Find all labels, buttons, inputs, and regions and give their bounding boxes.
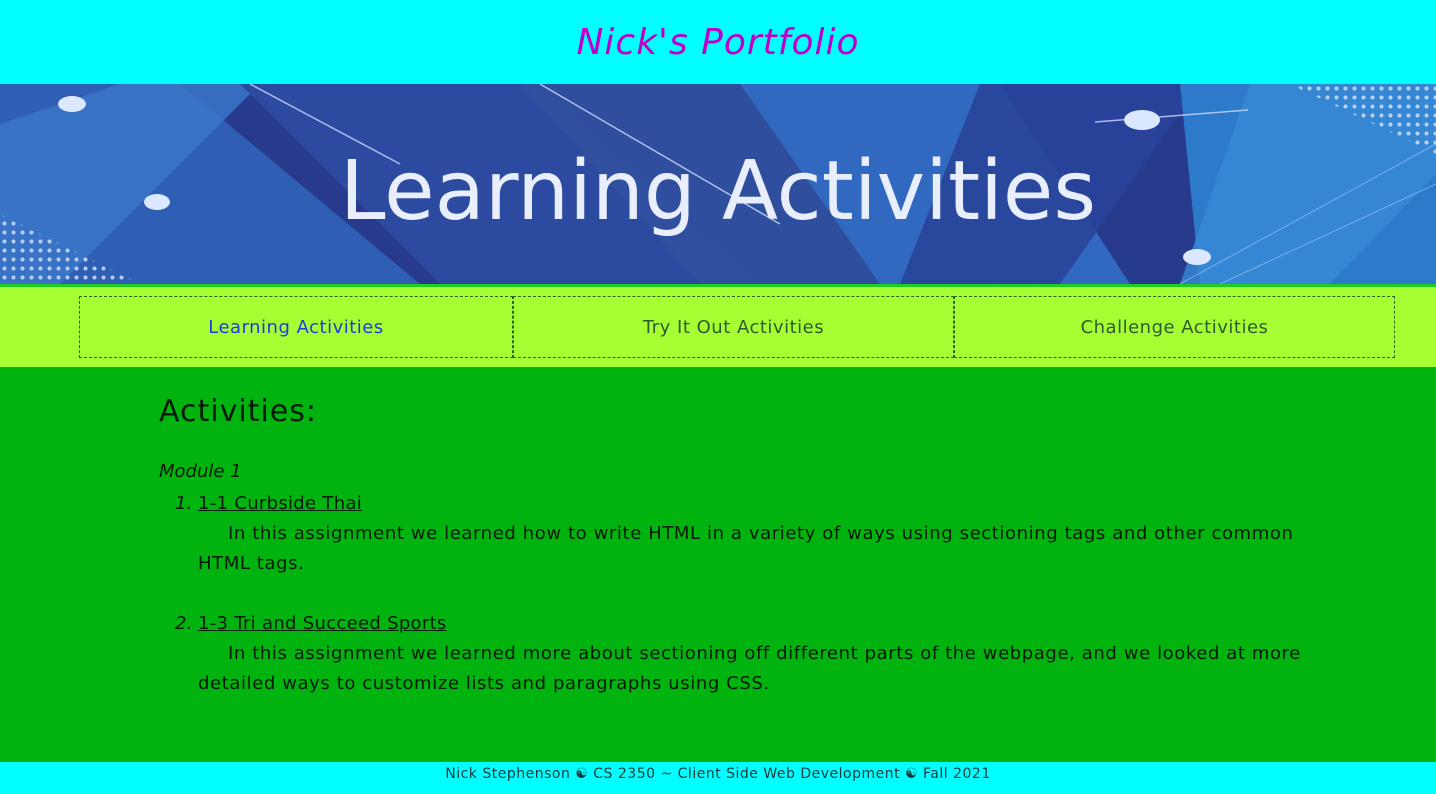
activity-description: In this assignment we learned more about… <box>198 643 1301 694</box>
site-title: Nick's Portfolio <box>576 21 860 63</box>
nav-list: Learning Activities Try It Out Activitie… <box>79 296 1395 358</box>
site-header: Nick's Portfolio <box>0 0 1436 84</box>
footer-text: Nick Stephenson ☯ CS 2350 ~ Client Side … <box>445 766 991 782</box>
banner-graphic: Learning Activities <box>0 84 1436 284</box>
nav-item-challenge-activities[interactable]: Challenge Activities <box>954 296 1395 358</box>
activity-item: 1. 1-1 Curbside Thai In this assignment … <box>159 489 1339 579</box>
module-label: Module 1 <box>159 461 242 482</box>
activity-number: 1. <box>175 493 193 514</box>
activities-heading: Activities: <box>159 394 317 429</box>
nav-item-learning-activities[interactable]: Learning Activities <box>79 296 513 358</box>
activity-number: 2. <box>175 613 193 634</box>
main-content: Activities: Module 1 1. 1-1 Curbside Tha… <box>0 367 1436 762</box>
activity-link-tri-and-succeed-sports[interactable]: 1-3 Tri and Succeed Sports <box>198 613 447 634</box>
activity-link-curbside-thai[interactable]: 1-1 Curbside Thai <box>198 493 362 514</box>
site-footer: Nick Stephenson ☯ CS 2350 ~ Client Side … <box>0 762 1436 794</box>
main-nav: Learning Activities Try It Out Activitie… <box>0 284 1436 367</box>
activity-description: In this assignment we learned how to wri… <box>198 523 1294 574</box>
nav-item-try-it-out-activities[interactable]: Try It Out Activities <box>513 296 954 358</box>
activity-item: 2. 1-3 Tri and Succeed Sports In this as… <box>159 609 1339 699</box>
activity-list: 1. 1-1 Curbside Thai In this assignment … <box>159 489 1339 729</box>
banner-image: Learning Activities <box>0 84 1436 284</box>
banner-text: Learning Activities <box>340 144 1096 239</box>
